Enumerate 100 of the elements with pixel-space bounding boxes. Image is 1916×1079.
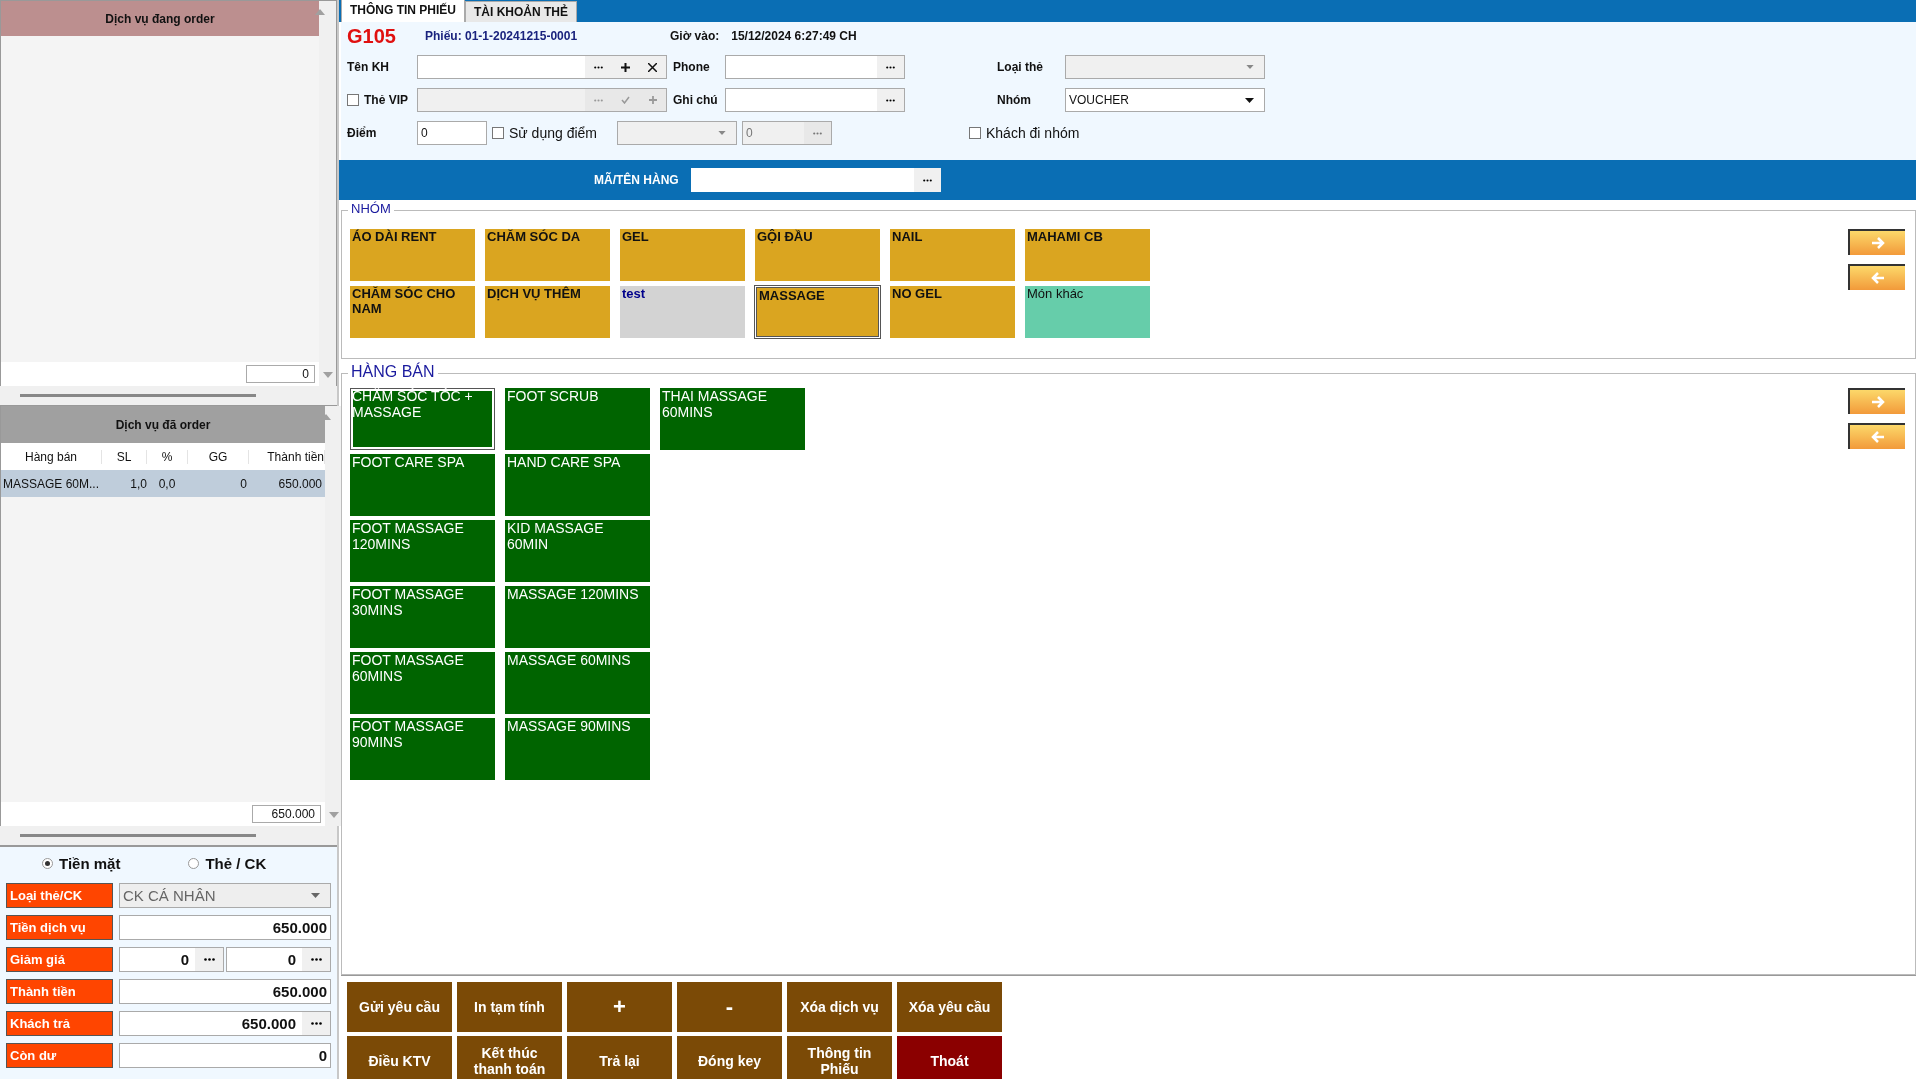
action-button[interactable]: Đóng key xyxy=(677,1036,782,1079)
amount-field[interactable]: 0 xyxy=(119,1043,331,1068)
product-tile[interactable]: MASSAGE 120MINS xyxy=(505,586,650,648)
caret-icon xyxy=(311,893,320,898)
column-header: GG xyxy=(188,449,249,464)
field-label: Loại thẻ xyxy=(997,60,1044,74)
points-select[interactable] xyxy=(617,121,737,145)
column-header: % xyxy=(147,449,188,464)
field-label: Giờ vào: xyxy=(670,29,720,43)
product-tile[interactable]: THAI MASSAGE 60MINS xyxy=(660,388,805,450)
use-points-checkbox[interactable]: Sử dụng điểm xyxy=(492,125,597,141)
checkbox-icon[interactable] xyxy=(347,94,359,106)
browse-button[interactable] xyxy=(302,1012,330,1035)
note-field[interactable] xyxy=(725,88,905,112)
table-cell-text: MASSAGE 60M... xyxy=(2,476,101,491)
plus-icon xyxy=(621,62,630,72)
ellipsis-icon xyxy=(594,65,603,69)
horizontal-scrollbar[interactable] xyxy=(20,834,256,837)
next-button[interactable] xyxy=(1848,229,1905,255)
product-tile[interactable]: KID MASSAGE 60MIN xyxy=(505,520,650,582)
exit-button[interactable]: Thoát xyxy=(897,1036,1002,1079)
card-type-select[interactable]: CK CÁ NHÂN xyxy=(119,883,331,908)
arrow-right-icon xyxy=(1870,396,1885,408)
group-tile[interactable]: NO GEL xyxy=(890,286,1015,338)
action-button[interactable]: Gửi yêu cầu xyxy=(347,982,452,1032)
caret-icon xyxy=(718,131,726,135)
action-button[interactable]: Xóa yêu cầu xyxy=(897,982,1002,1032)
arrow-left-icon xyxy=(1870,431,1885,443)
action-button[interactable]: Thông tin Phiếu xyxy=(787,1036,892,1079)
group-tile[interactable]: test xyxy=(620,286,745,338)
horizontal-scrollbar[interactable] xyxy=(20,394,256,397)
table-row[interactable]: MASSAGE 60M... 1,0 0,0 0 650.000 xyxy=(1,470,325,497)
field-label: Tên KH xyxy=(347,60,390,74)
product-tile[interactable]: FOOT MASSAGE 30MINS xyxy=(350,586,495,648)
amount-field[interactable]: 650.000 xyxy=(119,979,331,1004)
group-select[interactable]: VOUCHER xyxy=(1065,88,1265,112)
group-tile[interactable]: GEL xyxy=(620,229,745,281)
previous-button[interactable] xyxy=(1848,264,1905,290)
vip-checkbox[interactable]: Thẻ VIP xyxy=(347,93,417,107)
browse-button[interactable] xyxy=(302,948,330,971)
product-tile[interactable]: FOOT SCRUB xyxy=(505,388,650,450)
tab[interactable]: THÔNG TIN PHIẾU xyxy=(341,0,465,22)
table-cell-text: 0 xyxy=(239,476,247,491)
vip-card-field[interactable] xyxy=(417,88,667,112)
plus-icon xyxy=(648,96,657,104)
action-button[interactable]: In tạm tính xyxy=(457,982,562,1032)
action-button[interactable]: Trả lại xyxy=(567,1036,672,1079)
discount-field[interactable]: 0 xyxy=(119,947,224,972)
action-button[interactable]: Điều KTV xyxy=(347,1036,452,1079)
payment-radio[interactable]: Thẻ / CK xyxy=(188,855,267,872)
caret-icon xyxy=(1246,65,1254,69)
group-tile[interactable]: CHĂM SÓC CHO NAM xyxy=(350,286,475,338)
product-tile[interactable]: FOOT MASSAGE 60MINS xyxy=(350,652,495,714)
group-tile[interactable]: NAIL xyxy=(890,229,1015,281)
customer-field[interactable] xyxy=(417,55,667,79)
discount-field[interactable]: 0 xyxy=(226,947,331,972)
product-tile[interactable]: MASSAGE 60MINS xyxy=(505,652,650,714)
close-icon xyxy=(648,62,657,72)
product-tile[interactable]: FOOT MASSAGE 120MINS xyxy=(350,520,495,582)
previous-button[interactable] xyxy=(1848,423,1905,449)
tab[interactable]: TÀI KHOẢN THẺ xyxy=(465,1,577,22)
checkbox-icon[interactable] xyxy=(492,127,504,139)
action-button[interactable]: - xyxy=(677,982,782,1032)
points-field[interactable]: 0 xyxy=(417,121,487,145)
total-field: 0 xyxy=(246,365,315,383)
checkbox-icon[interactable] xyxy=(969,127,981,139)
action-button[interactable]: Xóa dịch vụ xyxy=(787,982,892,1032)
points-value-field[interactable]: 0 xyxy=(742,121,832,145)
group-tile[interactable]: MASSAGE xyxy=(755,286,880,338)
action-button[interactable]: Kết thúc thanh toán xyxy=(457,1036,562,1079)
amount-field[interactable]: 650.000 xyxy=(119,1011,331,1036)
clear-button[interactable] xyxy=(639,56,666,78)
group-tile[interactable]: DỊCH VỤ THÊM xyxy=(485,286,610,338)
product-tile[interactable]: FOOT CARE SPA xyxy=(350,454,495,516)
amount-field[interactable]: 650.000 xyxy=(119,915,331,940)
group-tile[interactable]: Món khác xyxy=(1025,286,1150,338)
next-button[interactable] xyxy=(1848,388,1905,414)
card-type-select[interactable] xyxy=(1065,55,1265,79)
ellipsis-icon xyxy=(922,178,932,182)
group-tile[interactable]: MAHAMI CB xyxy=(1025,229,1150,281)
product-tile[interactable]: HAND CARE SPA xyxy=(505,454,650,516)
field-label: Điểm xyxy=(347,126,378,140)
product-tile[interactable]: FOOT MASSAGE 90MINS xyxy=(350,718,495,780)
table-number: G105 xyxy=(347,24,397,48)
column-header: SL xyxy=(102,449,147,464)
action-button[interactable]: + xyxy=(567,982,672,1032)
product-tile[interactable]: CHĂM SÓC TÓC + MASSAGE xyxy=(350,388,495,450)
group-tile[interactable]: CHĂM SÓC DA xyxy=(485,229,610,281)
search-field[interactable] xyxy=(690,168,941,192)
total-field: 650.000 xyxy=(252,805,321,823)
browse-button[interactable] xyxy=(195,948,223,971)
radio-icon[interactable] xyxy=(188,858,200,869)
field-label: Ghi chú xyxy=(673,93,719,107)
group-tile[interactable]: GỘI ĐẦU xyxy=(755,229,880,281)
group-tile[interactable]: ÁO DÀI RENT xyxy=(350,229,475,281)
payment-radio[interactable]: Tiền mặt xyxy=(42,855,121,872)
phone-field[interactable] xyxy=(725,55,905,79)
radio-icon[interactable] xyxy=(42,858,53,869)
product-tile[interactable]: MASSAGE 90MINS xyxy=(505,718,650,780)
group-visit-checkbox[interactable]: Khách đi nhóm xyxy=(969,125,1080,141)
